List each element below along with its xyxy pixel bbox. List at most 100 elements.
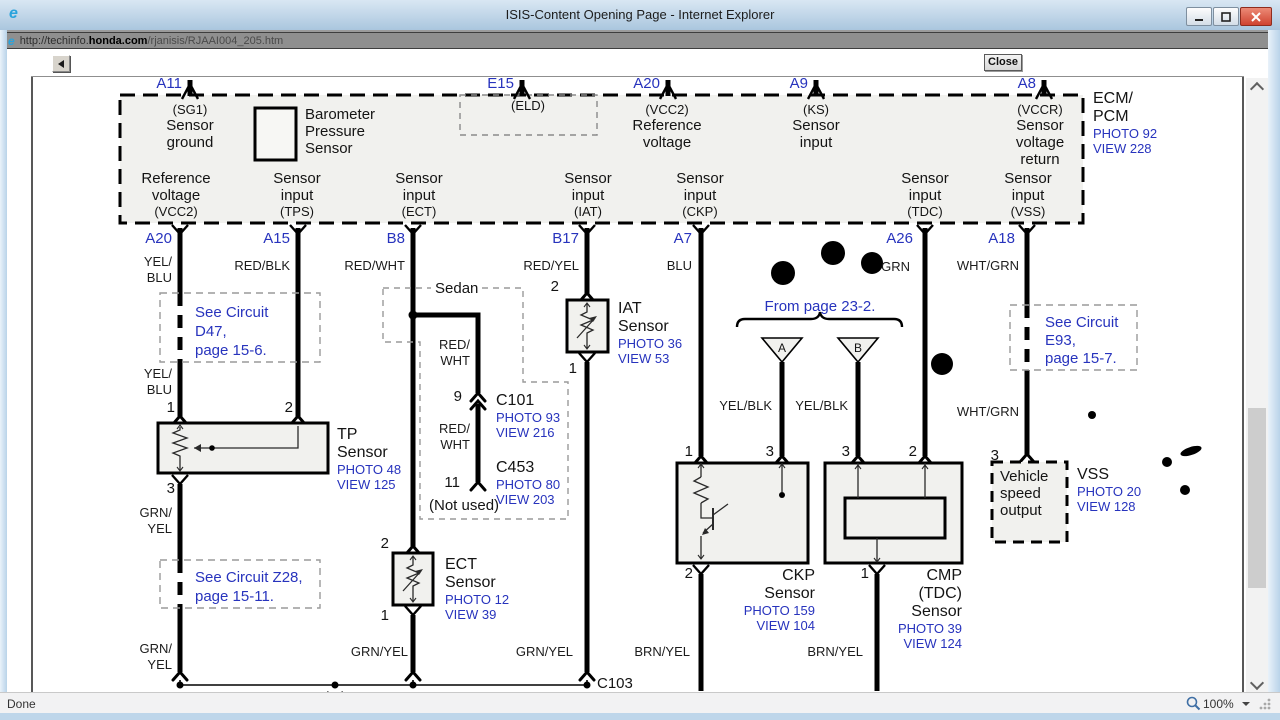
ect-photo-link[interactable]: PHOTO 12 [445, 592, 509, 607]
chevron-down-icon [1249, 675, 1265, 691]
wiring-diagram-page: A 11 E15 A20 A9 A8 (SG1) Sensor ground Baro… [41, 75, 1243, 694]
status-bar: Done 100% [0, 692, 1280, 714]
c103-label: C103 [597, 675, 633, 692]
barometer-sensor-box [253, 106, 298, 162]
ecm-photo-link[interactable]: PHOTO 92 [1093, 126, 1157, 141]
zoom-magnifier-icon[interactable] [1186, 696, 1201, 711]
iat-pin2: 2 [550, 278, 559, 295]
back-arrow-icon [58, 59, 64, 68]
iat-photo-link[interactable]: PHOTO 36 [618, 336, 682, 351]
ckp-view-link[interactable]: VIEW 104 [695, 618, 815, 633]
zoom-level[interactable]: 100% [1203, 697, 1234, 711]
pin-a7: A7 [673, 230, 692, 247]
wire-yel-blu-1: YEL/BLU [143, 254, 172, 285]
c453-photo-link[interactable]: PHOTO 80 [496, 477, 560, 492]
vss-photo-link[interactable]: PHOTO 20 [1077, 484, 1141, 499]
minimize-button[interactable] [1186, 7, 1212, 26]
iat-pin1: 1 [568, 360, 577, 377]
wire-red-wht-sedan-2: RED/WHT [438, 421, 470, 452]
content-frame-left [31, 77, 33, 692]
tp-sensor-label: TP Sensor PHOTO 48 VIEW 125 [337, 426, 402, 492]
pin-a20: A20 [145, 230, 172, 247]
sedan-label: Sedan [431, 280, 483, 297]
vss-box-text: Vehicle speed output [1000, 468, 1049, 519]
ecm-cell-vccr: (VCCR) Sensor voltage return [1015, 102, 1065, 168]
ecm-cell-tdc: Sensor input (TDC) [901, 170, 949, 219]
maximize-button[interactable] [1213, 7, 1239, 26]
close-page-button[interactable]: Close [984, 54, 1022, 71]
cmp-pin2: 2 [908, 443, 917, 460]
iat-view-link[interactable]: VIEW 53 [618, 351, 682, 366]
iat-sensor-box [565, 298, 610, 354]
close-icon [1251, 11, 1261, 22]
pin-a9: A9 [789, 75, 808, 92]
see-circuit-d47[interactable]: See Circuit D47, page 15-6. [195, 303, 268, 360]
c101-photo-link[interactable]: PHOTO 93 [496, 410, 560, 425]
wire-grn-yel-ect: GRN/YEL [350, 644, 408, 659]
scroll-down-button[interactable] [1246, 675, 1268, 692]
window-border-right [1268, 30, 1280, 713]
cmp-sensor-box [823, 461, 964, 565]
ecm-cell-sg1: (SG1) Sensor ground [166, 102, 214, 151]
tp-view-link[interactable]: VIEW 125 [337, 477, 401, 492]
ckp-photo-link[interactable]: PHOTO 159 [695, 603, 815, 618]
pin-e15: E15 [487, 75, 514, 92]
vertical-scrollbar[interactable] [1246, 78, 1268, 692]
pin-b8: B8 [386, 230, 405, 247]
ecm-cell-tps: Sensor input (TPS) [273, 170, 321, 219]
window-title: ISIS-Content Opening Page - Internet Exp… [505, 7, 775, 22]
window-border-left [0, 30, 7, 713]
status-text: Done [7, 697, 36, 711]
ie-page-icon: e [8, 33, 15, 48]
pin-a15: A15 [263, 230, 290, 247]
ect-sensor-box [391, 551, 435, 607]
ecm-cell-ect: Sensor input (ECT) [395, 170, 443, 219]
c453-block: C453 PHOTO 80 VIEW 203 [496, 459, 561, 507]
title-bar: e ISIS-Content Opening Page - Internet E… [0, 0, 1280, 31]
tp-pin2: 2 [284, 399, 293, 416]
ckp-sensor-label: CKP Sensor PHOTO 159 VIEW 104 [695, 567, 815, 633]
c101-view-link[interactable]: VIEW 216 [496, 425, 560, 440]
tp-pin3: 3 [166, 480, 175, 497]
wire-yel-blu-2: YEL/BLU [143, 366, 172, 397]
window-close-button[interactable] [1240, 7, 1272, 26]
url-domain: honda.com [88, 34, 148, 47]
cmp-sensor-label: CMP (TDC) Sensor PHOTO 39 VIEW 124 [842, 567, 962, 651]
url-field[interactable]: e http://techinfo. honda.com/rjanisis/RJA… [3, 32, 1277, 49]
wire-grn-yel-iat: GRN/YEL [515, 644, 573, 659]
ecm-view-link[interactable]: VIEW 228 [1093, 141, 1157, 156]
zoom-caret-icon[interactable] [1242, 702, 1250, 706]
barometer-label: Barometer Pressure Sensor [305, 106, 376, 157]
wire-grn-yel-2: GRN/YEL [139, 641, 173, 672]
pin-b17: B17 [552, 230, 579, 247]
chevron-up-icon [1249, 81, 1265, 97]
c453-pin: 11 [444, 474, 460, 491]
c101-pin: 9 [453, 388, 462, 405]
scrollbar-thumb[interactable] [1248, 408, 1266, 588]
wire-blu: BLU [666, 258, 692, 273]
triangle-a-label: A [777, 341, 786, 355]
see-circuit-e93[interactable]: See Circuit E93, page 15-7. [1045, 314, 1118, 368]
c101-block: C101 PHOTO 93 VIEW 216 [496, 392, 561, 440]
window-border-bottom [0, 713, 1280, 720]
ect-pin2: 2 [380, 535, 389, 552]
resize-grip[interactable] [1258, 697, 1272, 711]
see-circuit-z28[interactable]: See Circuit Z28, page 15-11. [195, 568, 303, 606]
pin-a18: A18 [988, 230, 1015, 247]
wire-grn: GRN [881, 259, 910, 274]
pin-a8: A8 [1017, 75, 1036, 92]
tp-sensor-box [156, 421, 330, 475]
from-page-link[interactable]: From page 23-2. [740, 298, 900, 315]
cmp-view-link[interactable]: VIEW 124 [842, 636, 962, 651]
cmp-photo-link[interactable]: PHOTO 39 [842, 621, 962, 636]
c453-view-link[interactable]: VIEW 203 [496, 492, 560, 507]
ecm-name: ECM/PCM PHOTO 92 VIEW 228 [1093, 90, 1158, 156]
scroll-up-button[interactable] [1246, 81, 1268, 100]
vss-pin3: 3 [990, 447, 999, 464]
vss-view-link[interactable]: VIEW 128 [1077, 499, 1141, 514]
ect-view-link[interactable]: VIEW 39 [445, 607, 509, 622]
tp-photo-link[interactable]: PHOTO 48 [337, 462, 401, 477]
back-button[interactable] [52, 55, 70, 72]
ecm-cell-ckp: Sensor input (CKP) [676, 170, 724, 219]
cmp-pin3: 3 [841, 443, 850, 460]
